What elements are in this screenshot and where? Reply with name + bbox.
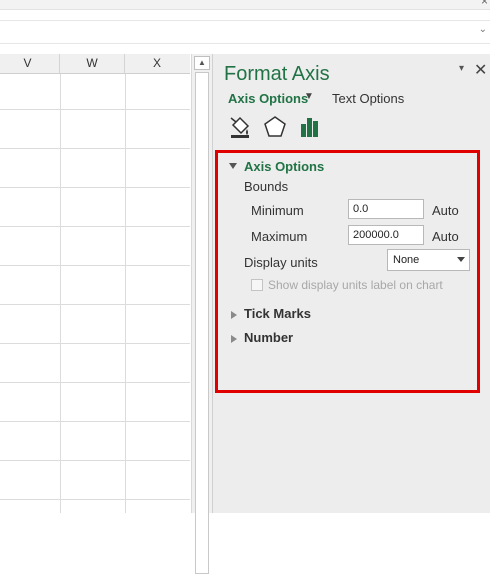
tab-axis-options[interactable]: Axis Options	[228, 91, 308, 106]
expand-triangle-icon[interactable]	[231, 335, 237, 343]
axis-options-icon[interactable]	[297, 114, 323, 140]
category-icons	[227, 114, 327, 140]
display-units-select[interactable]: None	[387, 249, 470, 271]
cell-grid[interactable]	[0, 74, 190, 513]
column-header-v[interactable]: V	[0, 54, 60, 73]
display-units-label: Display units	[244, 255, 318, 270]
formula-bar[interactable]: ⌄	[0, 20, 490, 44]
window-close-icon[interactable]: ×	[481, 0, 488, 8]
minimum-label: Minimum	[251, 203, 304, 218]
column-headers: V W X	[0, 54, 190, 74]
pane-close-icon[interactable]: ✕	[474, 60, 487, 80]
fill-line-icon[interactable]	[227, 114, 253, 140]
column-header-w[interactable]: W	[60, 54, 125, 73]
bounds-label: Bounds	[244, 179, 289, 194]
vertical-scrollbar[interactable]: ▲	[191, 54, 212, 574]
pane-options-dropdown-icon[interactable]: ▾	[459, 63, 464, 74]
effects-icon[interactable]	[262, 114, 288, 140]
axis-options-section-label[interactable]: Axis Options	[244, 159, 324, 174]
collapse-triangle-icon[interactable]	[229, 163, 237, 169]
column-header-x[interactable]: X	[125, 54, 189, 73]
display-units-value: None	[393, 254, 420, 266]
spreadsheet-grid[interactable]: V W X	[0, 54, 190, 513]
expand-triangle-icon[interactable]	[231, 311, 237, 319]
show-units-label-checkbox[interactable]	[251, 279, 263, 291]
tab-axis-options-caret-icon[interactable]: ▼	[304, 91, 314, 102]
minimum-input[interactable]: 0.0	[348, 199, 424, 219]
number-label[interactable]: Number	[244, 330, 293, 345]
scroll-up-button[interactable]: ▲	[194, 56, 210, 70]
chevron-down-icon[interactable]	[457, 257, 465, 262]
tab-text-options[interactable]: Text Options	[332, 91, 404, 106]
expand-formula-bar-icon[interactable]: ⌄	[479, 24, 487, 35]
maximum-auto-button[interactable]: Auto	[432, 229, 459, 244]
maximum-label: Maximum	[251, 229, 308, 244]
format-axis-pane: Format Axis ▾ ✕ Axis Options ▼ Text Opti…	[212, 54, 490, 513]
scroll-thumb[interactable]	[195, 72, 209, 574]
tick-marks-label[interactable]: Tick Marks	[244, 306, 311, 321]
show-units-label-text: Show display units label on chart	[268, 278, 443, 292]
maximum-input[interactable]: 200000.0	[348, 225, 424, 245]
minimum-auto-button[interactable]: Auto	[432, 203, 459, 218]
title-strip: ×	[0, 0, 490, 10]
pane-title: Format Axis	[224, 63, 330, 85]
